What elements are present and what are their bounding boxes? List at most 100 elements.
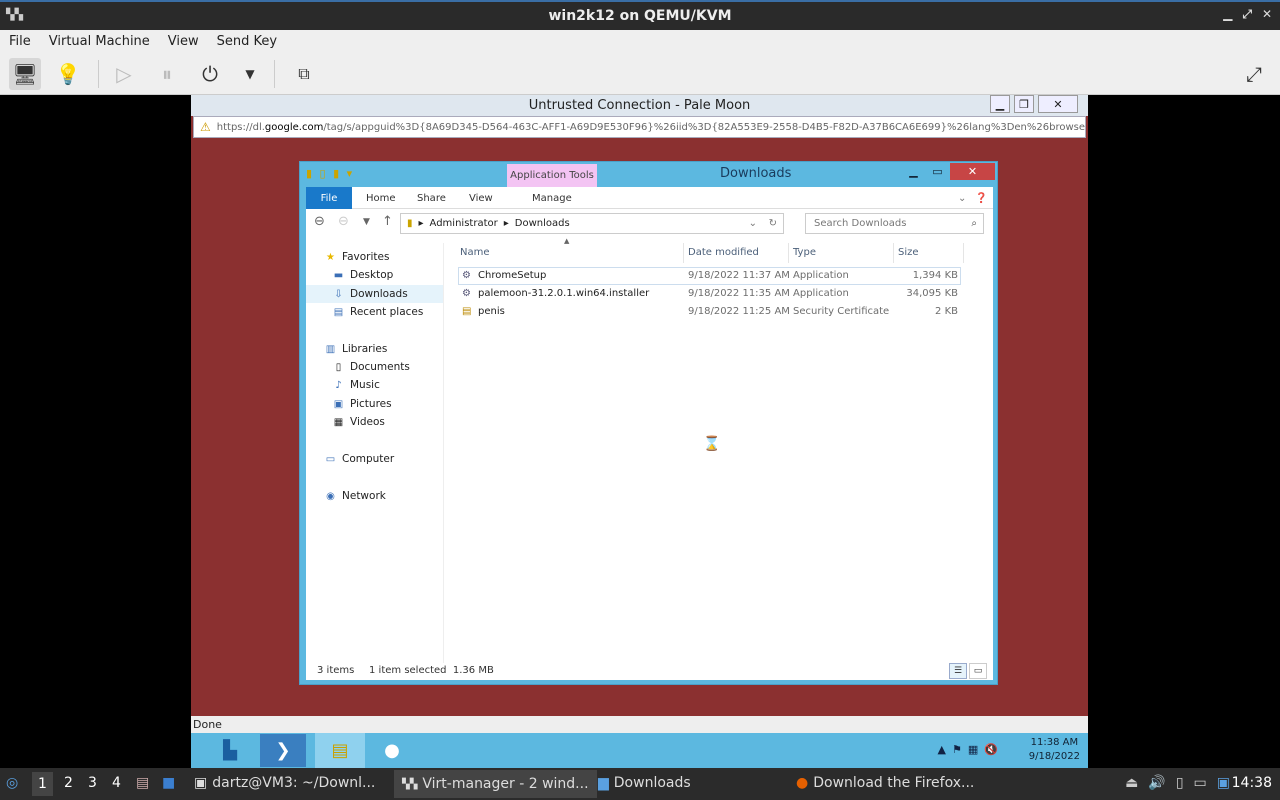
url-bar[interactable]: ⚠ https://dl. google.com/tag/s/appguid%3D… [193, 116, 1086, 138]
panel-clock[interactable]: 14:38 [1232, 775, 1272, 791]
search-placeholder: Search Downloads [814, 218, 907, 229]
volume-muted-icon[interactable]: 🔇 [984, 743, 998, 756]
virt-manager-icon: ▚▚ [402, 778, 418, 790]
tiles-view-icon[interactable]: ▭ [969, 663, 987, 679]
server-manager-icon[interactable]: ▙ [205, 733, 255, 768]
network-tray-icon[interactable]: ▦ [968, 743, 978, 756]
file-row[interactable]: ⚙ palemoon-31.2.0.1.win64.installer 9/18… [458, 286, 961, 304]
dropdown-icon[interactable]: ▼ [234, 58, 266, 90]
menu-view[interactable]: View [159, 34, 208, 49]
tab-view[interactable]: View [469, 187, 493, 209]
pause-icon[interactable]: ⏸ [151, 58, 183, 90]
minimize-icon[interactable]: ▁ [990, 95, 1010, 113]
file-row[interactable]: ⚙ ChromeSetup 9/18/2022 11:37 AM Applica… [458, 267, 961, 285]
back-icon[interactable]: ⊖ [314, 214, 325, 229]
task-virt-manager[interactable]: ▚▚ Virt-manager - 2 wind... [394, 770, 597, 798]
fullscreen-icon[interactable]: ⤢ [1238, 58, 1270, 90]
nav-music[interactable]: ♪ Music [332, 376, 380, 394]
nav-libraries[interactable]: ▥ Libraries [324, 340, 388, 358]
task-firefox[interactable]: ● Download the Firefox... [796, 775, 974, 791]
palemoon-taskbar-icon[interactable]: ● [367, 733, 417, 768]
refresh-icon[interactable]: ↻ [769, 218, 777, 229]
breadcrumb-downloads[interactable]: Downloads [515, 218, 570, 229]
screenshot-icon[interactable]: ⧉ [288, 58, 320, 90]
up-icon[interactable]: ↑ [382, 214, 393, 229]
power-icon[interactable]: ⏻ [194, 58, 226, 90]
tab-home[interactable]: Home [366, 187, 396, 209]
windows-clock[interactable]: 11:38 AM 9/18/2022 [1029, 736, 1080, 764]
workspace-1[interactable]: 1 [32, 772, 53, 796]
workspace-2[interactable]: 2 [64, 775, 73, 791]
menu-send-key[interactable]: Send Key [208, 34, 286, 49]
column-name[interactable]: Name [460, 247, 490, 258]
host-panel: ◎ 1 2 3 4 ▤ ■ ▣ dartz@VM3: ~/Downl... ▚▚ V… [0, 768, 1280, 800]
application-icon: ⚙ [462, 288, 471, 299]
tab-manage[interactable]: Manage [532, 187, 572, 209]
minimize-icon[interactable]: ▁ [902, 163, 925, 180]
nav-pictures[interactable]: ▣ Pictures [332, 395, 392, 413]
pictures-icon: ▣ [333, 398, 344, 410]
details-view-icon[interactable]: ☰ [949, 663, 967, 679]
chevron-down-icon[interactable]: ⌄ [958, 187, 966, 209]
close-icon[interactable]: ✕ [1262, 7, 1272, 22]
address-bar[interactable]: ▮ ▸ Administrator ▸ Downloads ⌄ ↻ [400, 213, 784, 234]
vm-display[interactable]: Untrusted Connection - Pale Moon ▁ ❐ ✕ ⚠… [191, 95, 1088, 768]
tab-file[interactable]: File [306, 187, 352, 209]
restore-icon[interactable]: ❐ [1014, 95, 1034, 113]
quick-access-icon[interactable]: ▮ ▯ ▮ ▾ [306, 167, 354, 180]
nav-network[interactable]: ◉ Network [324, 487, 386, 505]
nav-favorites[interactable]: ★ Favorites [324, 248, 389, 266]
eject-icon[interactable]: ⏏ [1125, 775, 1138, 791]
workspace-4[interactable]: 4 [112, 775, 121, 791]
file-size: 34,095 KB [906, 288, 958, 299]
update-icon[interactable]: ▣ [1217, 775, 1230, 791]
clipboard-icon[interactable]: ▯ [1176, 775, 1184, 791]
show-desktop-icon[interactable]: ■ [162, 775, 175, 791]
help-icon[interactable]: ❓ [975, 187, 987, 209]
task-terminal[interactable]: ▣ dartz@VM3: ~/Downl... [194, 775, 375, 791]
volume-icon[interactable]: 🔊 [1148, 775, 1165, 791]
lightbulb-icon[interactable]: 💡 [52, 58, 84, 90]
terminal-icon: ▣ [194, 775, 208, 791]
breadcrumb-administrator[interactable]: Administrator [430, 218, 498, 229]
chevron-down-icon[interactable]: ⌄ [749, 218, 757, 229]
column-date-modified[interactable]: Date modified [688, 247, 759, 258]
play-icon[interactable]: ▷ [108, 58, 140, 90]
maximize-icon[interactable]: ⤢ [1242, 7, 1252, 22]
minimize-icon[interactable]: ▁ [1223, 7, 1232, 22]
maximize-icon[interactable]: ▭ [926, 163, 949, 180]
menu-file[interactable]: File [0, 34, 40, 49]
file-size: 2 KB [935, 306, 958, 317]
computer-icon: ▭ [325, 453, 336, 465]
nav-documents[interactable]: ▯ Documents [332, 358, 410, 376]
folder-icon: ▮ [407, 218, 413, 229]
tab-share[interactable]: Share [417, 187, 446, 209]
explorer-taskbar-icon[interactable]: ▤ [315, 733, 365, 768]
nav-videos[interactable]: ▦ Videos [332, 413, 385, 431]
forward-icon[interactable]: ⊖ [338, 214, 349, 229]
selection-info: 1 item selected 1.36 MB [369, 665, 494, 676]
column-size[interactable]: Size [898, 247, 919, 258]
powershell-icon[interactable]: ❯ [260, 734, 306, 767]
display-icon[interactable]: ▭ [1194, 775, 1207, 791]
file-manager-icon[interactable]: ▤ [136, 775, 149, 791]
tray-expand-icon[interactable]: ▲ [938, 743, 946, 756]
close-icon[interactable]: ✕ [950, 163, 995, 180]
column-type[interactable]: Type [793, 247, 816, 258]
close-icon[interactable]: ✕ [1038, 95, 1078, 113]
file-date: 9/18/2022 11:35 AM [688, 288, 790, 299]
nav-computer[interactable]: ▭ Computer [324, 450, 394, 468]
monitor-icon[interactable]: 🖥 [9, 58, 41, 90]
start-menu-icon[interactable]: ◎ [6, 775, 18, 791]
nav-recent-places[interactable]: ▤ Recent places [332, 303, 424, 321]
task-downloads[interactable]: ▆ Downloads [598, 775, 691, 791]
menu-virtual-machine[interactable]: Virtual Machine [40, 34, 159, 49]
workspace-3[interactable]: 3 [88, 775, 97, 791]
recent-dropdown-icon[interactable]: ▼ [363, 217, 370, 227]
nav-downloads[interactable]: ⇩ Downloads [306, 285, 443, 303]
flag-icon[interactable]: ⚑ [952, 743, 962, 756]
search-input[interactable]: Search Downloads ⌕ [805, 213, 984, 234]
file-row[interactable]: ▤ penis 9/18/2022 11:25 AM Security Cert… [458, 304, 961, 322]
nav-desktop[interactable]: ▬ Desktop [332, 266, 394, 284]
menu-bar: File Virtual Machine View Send Key [0, 30, 1280, 52]
